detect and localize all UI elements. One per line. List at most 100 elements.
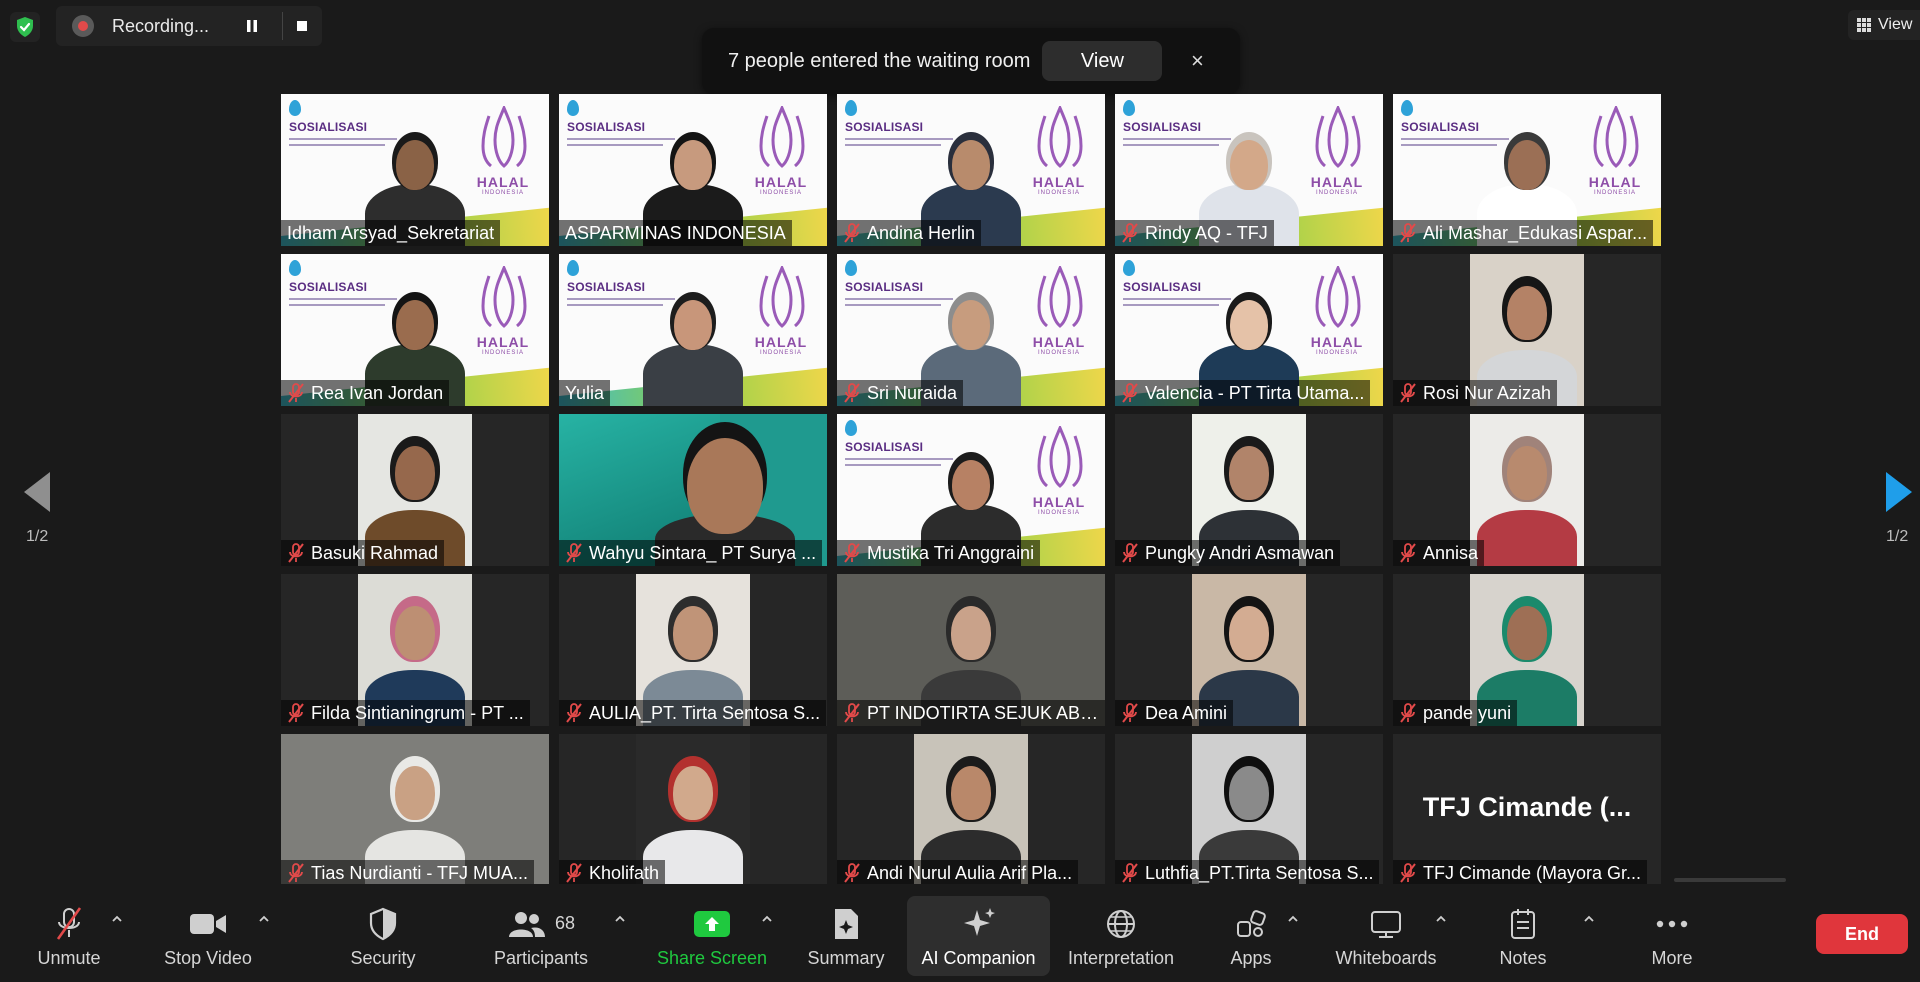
participant-name: Yulia — [565, 382, 605, 403]
participant-tile[interactable]: AULIA_PT. Tirta Sentosa S... — [559, 574, 827, 726]
summary-icon — [835, 908, 858, 939]
halal-wordmark: HALAL — [754, 174, 808, 190]
view-layout-button[interactable]: View — [1848, 10, 1920, 40]
participant-tile[interactable]: SOSIALISASI HALAL INDONESIA Ali Mashar_Eduk… — [1393, 94, 1661, 246]
end-meeting-button[interactable]: End — [1816, 914, 1908, 954]
video-feed — [1470, 414, 1584, 566]
shield-icon — [369, 907, 397, 940]
halal-wordmark: HALAL — [754, 334, 808, 350]
interpretation-button[interactable]: Interpretation — [1058, 884, 1184, 982]
indonesia-wordmark: INDONESIA — [1037, 190, 1080, 196]
pause-recording-button[interactable] — [239, 13, 265, 39]
whiteboards-button[interactable]: Whiteboards — [1326, 884, 1446, 982]
participant-name: Kholifath — [589, 862, 660, 883]
participant-figure — [1477, 414, 1577, 566]
participant-tile[interactable]: Andi Nurul Aulia Arif Pla... — [837, 734, 1105, 886]
participant-tile[interactable]: Luthfia_PT.Tirta Sentosa S... — [1115, 734, 1383, 886]
muted-mic-icon — [566, 543, 582, 563]
participant-tile[interactable]: Pungky Andri Asmawan — [1115, 414, 1383, 566]
participants-label: Participants — [493, 947, 589, 968]
halal-logo-icon — [1315, 106, 1361, 168]
unmute-button[interactable]: Unmute — [20, 884, 118, 982]
participant-name: pande yuni — [1423, 702, 1512, 723]
previous-page-button[interactable] — [20, 468, 54, 516]
muted-mic-icon — [844, 863, 860, 883]
gallery-grid: SOSIALISASI HALAL INDONESIA Idham Arsyad_Se… — [281, 94, 1661, 886]
halal-logo-icon — [481, 106, 527, 168]
participant-tile[interactable]: Wahyu Sintara_ PT Surya ... — [559, 414, 827, 566]
participant-tile[interactable]: SOSIALISASI HALAL INDONESIA Sri Nuraida — [837, 254, 1105, 406]
next-page-button[interactable] — [1882, 468, 1916, 516]
security-label: Security — [350, 947, 416, 968]
whiteboards-options-caret-icon[interactable] — [1434, 912, 1448, 926]
muted-mic-icon — [566, 703, 582, 723]
participant-tile[interactable]: SOSIALISASI HALAL INDONESIA Rea Ivan Jordan — [281, 254, 549, 406]
muted-mic-icon — [1122, 863, 1138, 883]
participant-tile[interactable]: SOSIALISASI HALAL INDONESIA ASPARMINAS INDO… — [559, 94, 827, 246]
participant-tile[interactable]: SOSIALISASI HALAL INDONESIA Valencia - PT T… — [1115, 254, 1383, 406]
indonesia-wordmark: INDONESIA — [1037, 350, 1080, 356]
participant-name-label: Mustika Tri Anggraini — [837, 540, 1041, 566]
participant-name: Annisa — [1423, 542, 1479, 563]
participant-tile[interactable]: TFJ Cimande (... TFJ Cimande (Mayora Gr..… — [1393, 734, 1661, 886]
participant-tile[interactable]: SOSIALISASI HALAL INDONESIA Andina Herlin — [837, 94, 1105, 246]
security-shield-badge[interactable] — [10, 12, 40, 42]
participants-button[interactable]: 68 Participants — [484, 884, 598, 982]
participant-tile[interactable]: Kholifath — [559, 734, 827, 886]
participant-name-label: TFJ Cimande (Mayora Gr... — [1393, 860, 1648, 886]
muted-mic-icon — [1400, 223, 1416, 243]
participant-tile[interactable]: Filda Sintianingrum - PT ... — [281, 574, 549, 726]
apps-button[interactable]: Apps — [1214, 884, 1288, 982]
muted-mic-icon — [1400, 703, 1416, 723]
security-button[interactable]: Security — [334, 884, 432, 982]
participant-name-label: Kholifath — [559, 860, 666, 886]
notification-view-button[interactable]: View — [1042, 41, 1163, 81]
participant-tile[interactable]: SOSIALISASI HALAL INDONESIA Idham Arsyad_Se… — [281, 94, 549, 246]
ai-companion-label: AI Companion — [921, 947, 1036, 968]
participant-tile[interactable]: Tias Nurdianti - TFJ MUA... — [281, 734, 549, 886]
organizer-logo-icon — [289, 260, 301, 276]
indonesia-wordmark: INDONESIA — [759, 350, 802, 356]
page-indicator-right: 1/2 — [1886, 528, 1909, 545]
apps-icon — [1237, 909, 1266, 937]
muted-mic-icon — [288, 703, 304, 723]
participant-tile[interactable]: Basuki Rahmad — [281, 414, 549, 566]
halal-logo-icon — [1315, 266, 1361, 328]
notes-button[interactable]: Notes — [1482, 884, 1564, 982]
halal-wordmark: HALAL — [1032, 494, 1086, 510]
muted-mic-icon — [844, 383, 860, 403]
participant-tile[interactable]: Rosi Nur Azizah — [1393, 254, 1661, 406]
stop-recording-button[interactable] — [289, 13, 315, 39]
notes-label: Notes — [1499, 947, 1547, 968]
participant-name-placeholder: TFJ Cimande (... — [1422, 792, 1632, 822]
video-options-caret-icon[interactable] — [257, 912, 271, 926]
participant-tile[interactable]: SOSIALISASI HALAL INDONESIA Rindy AQ - TFJ — [1115, 94, 1383, 246]
participant-name-label: Basuki Rahmad — [281, 540, 445, 566]
participant-name: AULIA_PT. Tirta Sentosa S... — [589, 702, 821, 723]
stop-video-button[interactable]: Stop Video — [152, 884, 264, 982]
view-label: View — [1878, 16, 1913, 33]
share-screen-button[interactable]: Share Screen — [652, 884, 772, 982]
summary-button[interactable]: Summary — [796, 884, 896, 982]
audio-options-caret-icon[interactable] — [110, 912, 124, 926]
grid-view-icon — [1857, 18, 1871, 32]
participant-tile[interactable]: Dea Amini — [1115, 574, 1383, 726]
ai-companion-button[interactable]: AI Companion — [907, 884, 1050, 982]
participant-tile[interactable]: SOSIALISASI HALAL INDONESIA Mustika Tri Ang… — [837, 414, 1105, 566]
notification-close-icon[interactable]: × — [1182, 46, 1212, 76]
banner-title: SOSIALISASI — [289, 120, 368, 134]
participant-tile[interactable]: PT INDOTIRTA SEJUK ABA... — [837, 574, 1105, 726]
arrow-left-icon — [24, 472, 50, 512]
share-options-caret-icon[interactable] — [760, 912, 774, 926]
participant-name: Rindy AQ - TFJ — [1145, 222, 1268, 243]
more-button[interactable]: More — [1628, 884, 1716, 982]
arrow-right-icon — [1886, 472, 1912, 512]
notes-options-caret-icon[interactable] — [1582, 912, 1596, 926]
participant-tile[interactable]: pande yuni — [1393, 574, 1661, 726]
participants-options-caret-icon[interactable] — [613, 912, 627, 926]
organizer-logo-icon — [845, 260, 857, 276]
more-dots-icon — [1656, 920, 1688, 927]
participant-tile[interactable]: Annisa — [1393, 414, 1661, 566]
apps-options-caret-icon[interactable] — [1286, 912, 1300, 926]
participant-tile[interactable]: SOSIALISASI HALAL INDONESIA Yulia — [559, 254, 827, 406]
